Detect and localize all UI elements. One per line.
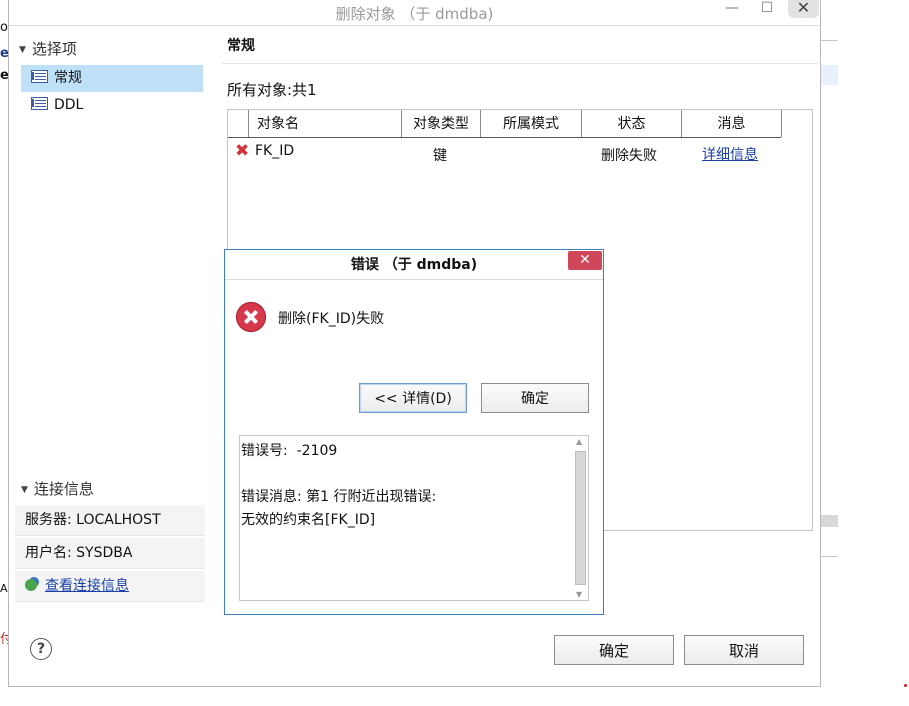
column-header[interactable]: 对象名 (249, 110, 402, 137)
cancel-button[interactable]: 取消 (684, 635, 804, 665)
page-title: 常规 (227, 38, 255, 54)
scroll-thumb[interactable] (575, 451, 586, 585)
column-header[interactable]: 所属模式 (481, 110, 582, 137)
sidebar-item-general[interactable]: 常规 (21, 65, 203, 92)
connection-icon (25, 579, 37, 591)
window-title: 删除对象 （于 dmdba) (335, 5, 494, 23)
user-info: 用户名: SYSDBA (15, 538, 205, 569)
cell-type: 键 (433, 148, 447, 164)
column-header[interactable]: 对象类型 (402, 110, 481, 137)
select-section-header[interactable]: ▼ 选择项 (19, 38, 77, 59)
close-button[interactable]: ✕ (788, 0, 819, 18)
sidebar-item-label: 常规 (54, 70, 82, 86)
title-bar[interactable]: 删除对象 （于 dmdba) — ☐ ✕ (9, 0, 820, 26)
error-dialog: 错误 （于 dmdba) ✕ 删除(FK_ID)失败 << 详情(D) 确定 错… (224, 249, 604, 615)
list-icon (31, 97, 48, 110)
details-scrollbar[interactable]: ▲ ▼ (574, 437, 587, 599)
background-scrollbar (820, 515, 838, 527)
minimize-button[interactable]: — (720, 0, 744, 18)
section-title: 连接信息 (33, 480, 94, 498)
help-icon[interactable]: ? (30, 638, 52, 660)
column-spacer (228, 110, 249, 137)
background-dot (904, 684, 907, 687)
table-header: 对象名 对象类型 所属模式 状态 消息 (228, 110, 782, 138)
column-header[interactable]: 消息 (682, 110, 782, 137)
connection-panel: ▼ 连接信息 服务器: LOCALHOST 用户名: SYSDBA 查看连接信息 (15, 472, 210, 607)
error-x-icon: ✖ (235, 141, 250, 161)
cell-name: FK_ID (255, 143, 295, 159)
connection-section-header[interactable]: ▼ 连接信息 (21, 478, 94, 499)
column-header[interactable]: 状态 (582, 110, 682, 137)
background-selection (820, 65, 838, 85)
dialog-ok-button[interactable]: 确定 (481, 383, 589, 413)
error-message: 删除(FK_ID)失败 (278, 311, 385, 327)
dialog-title[interactable]: 错误 （于 dmdba) (225, 250, 603, 280)
ok-button[interactable]: 确定 (554, 635, 674, 665)
server-info: 服务器: LOCALHOST (15, 505, 205, 536)
divider (222, 63, 818, 64)
cell-status: 删除失败 (601, 148, 657, 164)
list-icon (31, 70, 48, 83)
collapse-triangle-icon: ▼ (19, 45, 26, 55)
scroll-down-icon[interactable]: ▼ (576, 590, 582, 599)
detail-link[interactable]: 详细信息 (702, 144, 758, 164)
section-title: 选择项 (31, 40, 77, 58)
background-divider (820, 556, 838, 557)
background-divider (820, 40, 838, 41)
collapse-triangle-icon: ▼ (21, 485, 28, 495)
view-connection-link[interactable]: 查看连接信息 (45, 578, 129, 594)
view-connection-row: 查看连接信息 (15, 571, 205, 602)
object-count: 所有对象:共1 (227, 81, 317, 99)
error-icon (236, 302, 266, 332)
dialog-close-button[interactable]: ✕ (568, 251, 602, 270)
details-button[interactable]: << 详情(D) (359, 383, 467, 413)
error-details-text: 错误号: -2109 错误消息: 第1 行附近出现错误: 无效的约束名[FK_I… (241, 443, 437, 528)
error-details-box[interactable]: 错误号: -2109 错误消息: 第1 行附近出现错误: 无效的约束名[FK_I… (239, 435, 589, 601)
scroll-up-icon[interactable]: ▲ (576, 437, 582, 446)
sidebar-item-label: DDL (54, 97, 84, 113)
sidebar-item-ddl[interactable]: DDL (21, 92, 203, 119)
maximize-button[interactable]: ☐ (755, 0, 779, 18)
